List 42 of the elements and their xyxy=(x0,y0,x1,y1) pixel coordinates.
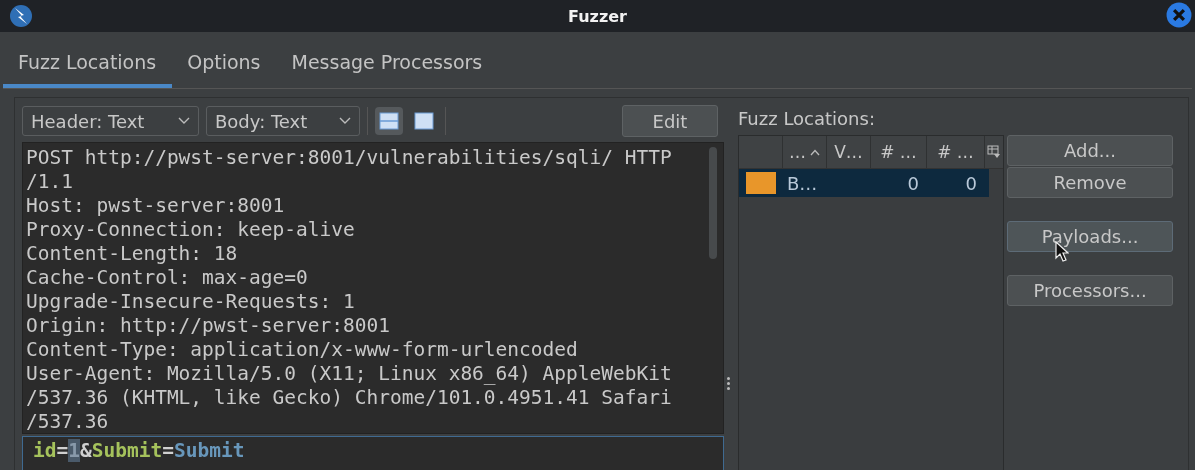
text-line: /1.1 xyxy=(26,170,74,194)
column-header[interactable]: … xyxy=(783,136,827,168)
edit-button[interactable]: Edit xyxy=(622,105,718,137)
table-cell: 0 xyxy=(965,172,977,194)
action-button[interactable]: Remove xyxy=(1007,167,1173,198)
action-button[interactable]: Payloads... xyxy=(1007,221,1173,252)
fuzz-locations-label: Fuzz Locations: xyxy=(738,108,876,131)
close-icon[interactable] xyxy=(1166,2,1192,28)
tab[interactable]: Message Processors xyxy=(276,51,499,88)
column-header[interactable]: V… xyxy=(827,136,871,168)
text-line: User-Agent: Mozilla/5.0 (X11; Linux x86_64) AppleWebKit xyxy=(26,362,673,386)
layout-icon xyxy=(414,112,434,130)
layout-icon xyxy=(379,112,399,130)
text-line: Content-Length: 18 xyxy=(26,242,239,266)
text-line: Cache-Control: max-age=0 xyxy=(26,266,309,290)
caret-icon xyxy=(178,117,190,125)
text-line: POST http://pwst-server:8001/vulnerabilities/sqli/ HTTP xyxy=(26,146,673,170)
text-line: Host: pwst-server:8001 xyxy=(26,194,286,218)
window-title: Fuzzer xyxy=(568,6,627,26)
text-line: /537.36 xyxy=(26,410,110,433)
text-line: Upgrade-Insecure-Requests: 1 xyxy=(26,290,356,314)
text-line: Proxy-Connection: keep-alive xyxy=(26,218,356,242)
tab[interactable]: Fuzz Locations xyxy=(3,51,173,88)
app-logo-icon xyxy=(9,4,33,28)
column-chooser-icon[interactable] xyxy=(987,145,1001,159)
column-header[interactable]: # … xyxy=(927,136,985,168)
layout-toggle[interactable] xyxy=(375,107,403,135)
text-line: Origin: http://pwst-server:8001 xyxy=(26,314,391,338)
body-text-area[interactable]: id=1&Submit=Submit xyxy=(22,436,724,470)
dropdown[interactable]: Body: Text xyxy=(206,106,360,136)
table-cell: B… xyxy=(787,172,818,194)
table-cell: 0 xyxy=(907,172,919,194)
dropdown[interactable]: Header: Text xyxy=(22,106,199,136)
action-button[interactable]: Add... xyxy=(1007,135,1173,166)
column-header[interactable]: # … xyxy=(871,136,927,168)
caret-icon xyxy=(339,117,351,125)
text-line: Content-Type: application/x-www-form-urlencoded xyxy=(26,338,579,362)
tab[interactable]: Options xyxy=(172,51,277,88)
text-line: /537.36 (KHTML, like Gecko) Chrome/101.0.4951.41 Safari xyxy=(26,386,673,410)
table-row[interactable]: B… 0 0 xyxy=(739,169,989,197)
body-text: id=1&Submit=Submit xyxy=(33,439,245,462)
action-button[interactable]: Processors... xyxy=(1007,275,1173,306)
